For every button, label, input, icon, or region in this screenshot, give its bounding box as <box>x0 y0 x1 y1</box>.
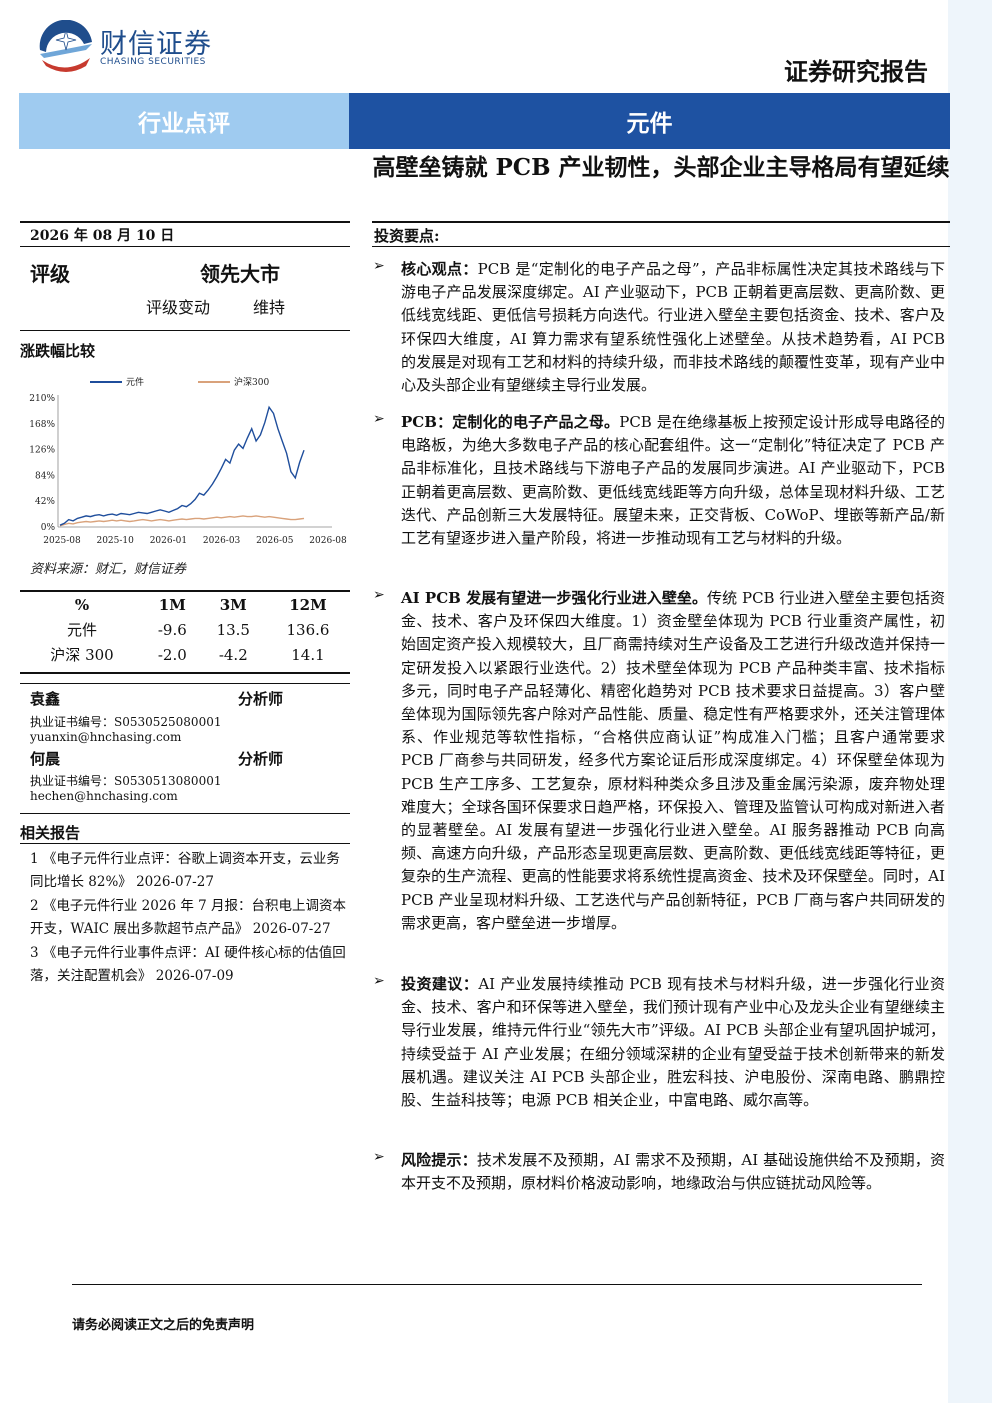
legend-label: 沪深300 <box>234 376 269 388</box>
arrow-bullet-icon: ➢ <box>373 587 385 603</box>
y-tick-label: 42% <box>35 497 55 507</box>
divider <box>20 246 350 247</box>
analyst-email[interactable]: hechen@hnchasing.com <box>30 789 178 803</box>
right-margin-strip <box>948 0 992 1403</box>
footer-divider <box>72 1284 922 1285</box>
rating-label: 评级 <box>30 262 70 286</box>
analyst-email[interactable]: yuanxin@hnchasing.com <box>30 730 181 744</box>
y-tick-label: 0% <box>41 523 56 533</box>
arrow-bullet-icon: ➢ <box>373 973 385 989</box>
divider <box>20 683 350 684</box>
divider <box>372 221 950 223</box>
paragraph-barriers: ➢ AI PCB 发展有望进一步强化行业进入壁垒。传统 PCB 行业进入壁垒主要… <box>373 587 945 935</box>
y-tick-label: 168% <box>29 420 55 430</box>
arrow-bullet-icon: ➢ <box>373 1149 385 1165</box>
paragraph-body: 传统 PCB 行业进入壁垒主要包括资金、技术、客户及环保四大维度。1）资金壁垒体… <box>401 589 945 932</box>
paragraph-body: 技术发展不及预期，AI 需求不及预期，AI 基础设施供给不及预期，资本开支不及预… <box>401 1151 945 1193</box>
table-cell: 136.6 <box>286 620 330 639</box>
paragraph-heading: 风险提示： <box>401 1151 477 1169</box>
performance-chart: 0% 42% 84% 126% 168% 210% 2025-08 2025-10 2026-0… <box>29 376 347 546</box>
legend-label: 元件 <box>126 376 144 388</box>
table-row: 元件 -9.6 13.5 136.6 <box>20 617 350 642</box>
table-header: % <box>74 595 90 614</box>
investment-highlights-title: 投资要点: <box>374 227 440 245</box>
x-tick-label: 2026-08 <box>309 536 347 546</box>
table-header: 3M <box>219 595 247 614</box>
chart-source: 资料来源：财汇，财信证券 <box>30 562 187 577</box>
y-tick-label: 84% <box>35 471 55 481</box>
table-header: 1M <box>158 595 186 614</box>
table-cell: -2.0 <box>157 645 187 664</box>
paragraph-heading: 投资建议： <box>401 975 479 993</box>
company-name-en: CHASING SECURITIES <box>100 57 206 67</box>
related-report-link[interactable]: 1 《电子元件行业点评：谷歌上调资本开支，云业务同比增长 82%》 2026-0… <box>30 848 350 894</box>
report-title: 高壁垒铸就 PCB 产业韧性，头部企业主导格局有望延续 <box>372 154 950 181</box>
paragraph-body: PCB 是“定制化的电子产品之母”，产品非标属性决定其技术路线与下游电子产品发展… <box>401 260 945 395</box>
banner-industry: 元件 <box>349 93 950 149</box>
rating-change-label: 评级变动 <box>146 298 211 317</box>
x-tick-label: 2025-10 <box>96 536 134 546</box>
report-type: 证券研究报告 <box>784 57 928 86</box>
y-tick-label: 126% <box>29 446 55 456</box>
paragraph-pcb: ➢ PCB：定制化的电子产品之母。PCB 是在绝缘基板上按预定设计形成导电路径的… <box>373 411 945 550</box>
paragraph-heading: 核心观点： <box>401 260 478 278</box>
related-report-link[interactable]: 3 《电子元件行业事件点评：AI 硬件核心标的估值回落，关注配置机会》 2026… <box>30 942 350 988</box>
divider <box>20 843 350 844</box>
x-tick-label: 2026-01 <box>150 536 187 546</box>
x-tick-label: 2025-08 <box>43 536 81 546</box>
company-logo-icon <box>39 20 92 72</box>
analyst-name: 何晨 <box>30 750 61 768</box>
related-report-link[interactable]: 2 《电子元件行业 2026 年 7 月报：台积电上调资本开支，WAIC 展出多… <box>30 895 350 941</box>
table-header: 12M <box>289 595 327 614</box>
rating-value: 领先大市 <box>200 262 280 286</box>
banner-category: 行业点评 <box>19 93 349 149</box>
table-cell: 13.5 <box>216 620 250 639</box>
table-cell: 沪深 300 <box>50 646 114 664</box>
table-header-row: % 1M 3M 12M <box>20 592 350 617</box>
compare-title: 涨跌幅比较 <box>20 342 96 360</box>
table-cell: -4.2 <box>218 645 248 664</box>
table-cell: 元件 <box>67 621 98 639</box>
divider <box>20 330 350 331</box>
table-cell: -9.6 <box>157 620 187 639</box>
paragraph-heading: PCB：定制化的电子产品之母。 <box>401 413 620 431</box>
y-tick-label: 210% <box>29 394 55 404</box>
divider <box>20 221 350 223</box>
analyst-name: 袁鑫 <box>30 690 61 708</box>
paragraph-heading: AI PCB 发展有望进一步强化行业进入壁垒。 <box>401 589 708 607</box>
analyst-cert: 执业证书编号：S0530525080001 <box>30 715 222 729</box>
divider <box>20 672 350 674</box>
x-tick-label: 2026-03 <box>203 536 241 546</box>
x-tick-label: 2026-05 <box>256 536 294 546</box>
paragraph-investment-advice: ➢ 投资建议：AI 产业发展持续推动 PCB 现有技术与材料升级，进一步强化行业… <box>373 973 945 1112</box>
performance-table: % 1M 3M 12M 元件 -9.6 13.5 136.6 沪深 300 -2… <box>20 592 350 667</box>
company-name-cn: 财信证券 <box>100 29 212 60</box>
report-date: 2026 年 08 月 10 日 <box>30 228 175 244</box>
paragraph-risk: ➢ 风险提示：技术发展不及预期，AI 需求不及预期，AI 基础设施供给不及预期，… <box>373 1149 945 1195</box>
series-line <box>59 405 305 526</box>
related-reports-title: 相关报告 <box>20 824 81 842</box>
paragraph-core-view: ➢ 核心观点：PCB 是“定制化的电子产品之母”，产品非标属性决定其技术路线与下… <box>373 258 945 397</box>
disclaimer[interactable]: 请务必阅读正文之后的免责声明 <box>72 1314 254 1333</box>
analyst-cert: 执业证书编号：S0530513080001 <box>30 774 222 788</box>
table-cell: 14.1 <box>291 645 325 664</box>
arrow-bullet-icon: ➢ <box>373 258 385 274</box>
table-row: 沪深 300 -2.0 -4.2 14.1 <box>20 642 350 667</box>
series-line <box>59 515 305 527</box>
rating-change-value: 维持 <box>253 298 286 317</box>
divider <box>372 246 950 247</box>
divider <box>20 813 350 814</box>
paragraph-body: PCB 是在绝缘基板上按预定设计形成导电路径的电路板，为绝大多数电子产品的核心配… <box>401 413 945 548</box>
analyst-role: 分析师 <box>238 750 284 768</box>
arrow-bullet-icon: ➢ <box>373 411 385 427</box>
paragraph-body: AI 产业发展持续推动 PCB 现有技术与材料升级，进一步强化行业资金、技术、客… <box>401 975 945 1110</box>
analyst-role: 分析师 <box>238 690 284 708</box>
